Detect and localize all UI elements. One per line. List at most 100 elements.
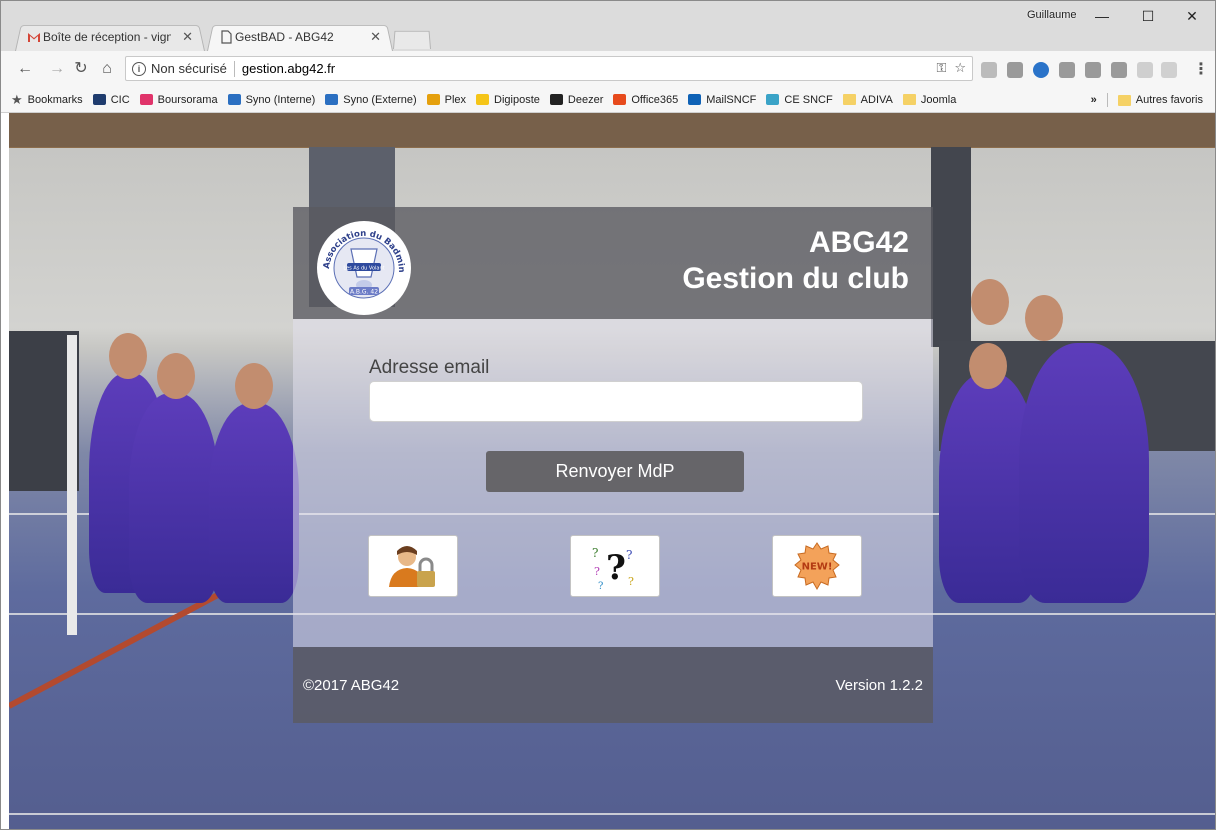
bookmark-item[interactable]: CIC — [92, 94, 130, 106]
bookmark-label: Deezer — [567, 93, 604, 106]
extension-s-icon[interactable] — [981, 62, 997, 78]
bookmarks-bar: ★ Bookmarks CIC Boursorama Syno (Interne) Syn… — [1, 87, 1215, 113]
help-button[interactable]: ? ? ? ? ? ? — [570, 535, 660, 597]
title-line2: Gestion du club — [682, 262, 909, 295]
extension-7-icon[interactable] — [1137, 62, 1153, 78]
bookmark-star-icon[interactable]: ☆ — [954, 60, 966, 76]
tab-gmail[interactable]: Boîte de réception - vign ✕ — [15, 23, 205, 51]
deezer-icon — [549, 94, 563, 105]
logo-banner-text: Les As du Volant — [343, 266, 384, 272]
extension-6-icon[interactable] — [1111, 62, 1127, 78]
office-icon — [613, 94, 627, 105]
svg-text:?: ? — [626, 548, 632, 562]
user-lock-icon — [389, 546, 435, 587]
bookmarks-divider — [1106, 93, 1108, 107]
club-logo: Association du Badminton de Genilac Les … — [312, 212, 413, 317]
forward-arrow-icon[interactable]: → — [47, 59, 67, 79]
browser-toolbar: ← → ↻ ⌂ i Non sécurisé gestion.abg42.fr … — [1, 51, 1215, 87]
resend-password-button[interactable]: Renvoyer MdP — [486, 451, 744, 492]
bookmarks-overflow-button[interactable]: » — [1091, 94, 1097, 106]
login-panel: Association du Badminton de Genilac Les … — [293, 207, 933, 723]
key-icon[interactable]: ⚿ — [936, 60, 946, 76]
bookmark-item[interactable]: Syno (Interne) — [227, 93, 316, 106]
tab-gestbad[interactable]: GestBAD - ABG42 ✕ — [207, 23, 393, 51]
badge-text: NEW! — [802, 562, 833, 573]
login-button[interactable] — [368, 535, 458, 597]
other-bookmarks[interactable]: Autres favoris — [1136, 94, 1203, 106]
logo-label-text: A.B.G. 42 — [350, 289, 378, 296]
extension-5-icon[interactable] — [1085, 62, 1101, 78]
new-features-button[interactable]: NEW! — [772, 535, 862, 597]
bookmark-label: Boursorama — [157, 93, 218, 106]
svg-text:?: ? — [592, 546, 598, 560]
bookmarks-right: » Autres favoris — [1091, 93, 1203, 107]
dsm-icon — [325, 94, 339, 105]
folder-icon — [1117, 94, 1131, 106]
minimize-button[interactable]: — — [1079, 1, 1125, 31]
panel-body: Adresse email Renvoyer MdP ? ? ? ? ? ? N… — [293, 319, 933, 647]
page-icon — [221, 30, 232, 44]
email-label: Adresse email — [369, 357, 490, 378]
extension-8-icon[interactable] — [1161, 62, 1177, 78]
gmail-icon — [28, 33, 40, 42]
bookmark-item[interactable]: MailSNCF — [688, 94, 756, 106]
folder-icon — [842, 94, 856, 105]
folder-icon — [902, 94, 916, 105]
extension-drop-icon[interactable] — [1033, 62, 1049, 78]
home-icon[interactable]: ⌂ — [97, 59, 117, 79]
bookmark-label: ADIVA — [860, 93, 893, 106]
info-icon[interactable]: i — [132, 61, 146, 76]
dsm-icon — [227, 94, 241, 105]
plex-icon — [426, 94, 440, 105]
bookmark-item[interactable]: ADIVA — [842, 93, 893, 106]
bookmark-item[interactable]: Digiposte — [476, 94, 540, 106]
tab-close-icon[interactable]: ✕ — [182, 29, 193, 45]
app-title: ABG42 Gestion du club — [682, 225, 909, 297]
profile-name[interactable]: Guillaume — [1027, 9, 1077, 21]
bookmark-label: Plex — [444, 93, 467, 106]
bookmark-item[interactable]: Syno (Externe) — [325, 94, 417, 106]
question-marks-icon: ? ? ? ? ? ? — [592, 546, 634, 591]
reload-icon[interactable]: ↻ — [71, 59, 91, 79]
svg-text:?: ? — [598, 581, 603, 591]
address-bar[interactable]: i Non sécurisé gestion.abg42.fr ⚿ ☆ — [125, 56, 973, 81]
extension-4-icon[interactable] — [1059, 62, 1075, 78]
maximize-button[interactable]: ☐ — [1125, 1, 1171, 31]
close-window-button[interactable]: ✕ — [1169, 1, 1215, 31]
bookmark-item[interactable]: Joomla — [902, 93, 957, 106]
panel-header: Association du Badminton de Genilac Les … — [293, 207, 933, 319]
panel-footer: ©2017 ABG42 Version 1.2.2 — [293, 647, 933, 723]
tab-close-icon[interactable]: ✕ — [370, 29, 381, 45]
bookmark-item[interactable]: Office365 — [613, 94, 678, 106]
tab-strip: Boîte de réception - vign ✕ GestBAD - AB… — [1, 1, 1215, 51]
svg-text:?: ? — [628, 575, 634, 588]
version-text: Version 1.2.2 — [835, 677, 923, 694]
menu-dots-icon[interactable]: ⋮ — [1193, 59, 1209, 79]
bookmark-label: CE SNCF — [784, 93, 833, 106]
bookmark-label: Syno (Interne) — [245, 93, 316, 106]
page-content: Association du Badminton de Genilac Les … — [9, 113, 1215, 829]
bookmark-label: Digiposte — [494, 93, 540, 106]
bookmark-item[interactable]: Plex — [426, 93, 467, 106]
browser-window: Boîte de réception - vign ✕ GestBAD - AB… — [0, 0, 1216, 830]
back-arrow-icon[interactable]: ← — [15, 59, 35, 79]
security-label[interactable]: Non sécurisé — [151, 61, 227, 76]
email-field[interactable] — [369, 381, 863, 422]
new-tab-button[interactable] — [393, 29, 431, 49]
bookmark-label: Office365 — [631, 93, 679, 106]
title-line1: ABG42 — [808, 226, 909, 259]
bookmark-item[interactable]: ★ Bookmarks — [11, 92, 83, 108]
new-badge-icon: NEW! — [794, 542, 840, 591]
extension-2-icon[interactable] — [1007, 62, 1023, 78]
bookmark-label: Joomla — [920, 93, 957, 106]
bookmark-item[interactable]: CE SNCF — [766, 93, 833, 106]
copyright-text: ©2017 ABG42 — [303, 677, 400, 694]
tab-title: Boîte de réception - vign — [43, 30, 171, 44]
tab-title: GestBAD - ABG42 — [235, 30, 334, 44]
ce-sncf-icon — [766, 94, 780, 105]
boursorama-icon — [139, 94, 153, 105]
address-divider — [233, 60, 235, 77]
bookmark-item[interactable]: Boursorama — [139, 93, 218, 106]
url-text[interactable]: gestion.abg42.fr — [242, 61, 335, 76]
bookmark-item[interactable]: Deezer — [549, 93, 604, 106]
